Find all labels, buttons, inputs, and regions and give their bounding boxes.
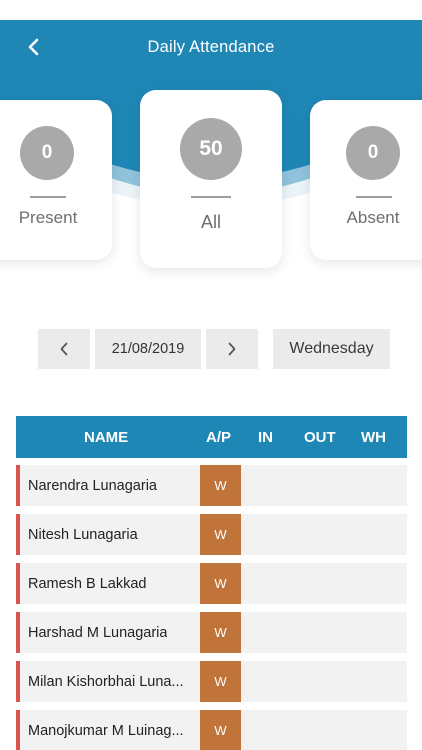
employee-name: Milan Kishorbhai Luna...: [28, 673, 184, 690]
attendance-screen: Daily Attendance 0 Present 50 All 0 Abse…: [0, 0, 422, 750]
all-divider: [191, 196, 231, 198]
ap-status-badge: W: [200, 514, 241, 555]
present-divider: [30, 196, 66, 198]
chevron-right-icon: [228, 342, 236, 356]
present-count: 0: [20, 126, 74, 180]
column-header-wh: WH: [361, 428, 386, 446]
previous-date-button[interactable]: [38, 329, 90, 369]
present-card[interactable]: 0 Present: [0, 100, 112, 260]
employee-name: Narendra Lunagaria: [28, 477, 157, 494]
all-count: 50: [180, 118, 242, 180]
attendance-table-header: NAME A/P IN OUT WH: [16, 416, 407, 458]
table-row[interactable]: Harshad M Lunagaria W: [16, 612, 407, 653]
absent-count: 0: [346, 126, 400, 180]
ap-status-badge: W: [200, 710, 241, 750]
ap-status-badge: W: [200, 563, 241, 604]
column-header-out: OUT: [304, 428, 336, 446]
ap-status-badge: W: [200, 661, 241, 702]
next-date-button[interactable]: [206, 329, 258, 369]
table-row[interactable]: Nitesh Lunagaria W: [16, 514, 407, 555]
column-header-name: NAME: [84, 428, 129, 446]
date-display[interactable]: 21/08/2019: [95, 329, 201, 369]
chevron-left-icon: [60, 342, 68, 356]
table-row[interactable]: Narendra Lunagaria W: [16, 465, 407, 506]
absent-divider: [356, 196, 392, 198]
employee-name: Manojkumar M Luinag...: [28, 722, 184, 739]
column-header-in: IN: [258, 428, 273, 446]
employee-name: Ramesh B Lakkad: [28, 575, 147, 592]
all-card[interactable]: 50 All: [140, 90, 282, 268]
table-row[interactable]: Ramesh B Lakkad W: [16, 563, 407, 604]
employee-name: Harshad M Lunagaria: [28, 624, 168, 641]
absent-label: Absent: [346, 208, 400, 227]
page-title: Daily Attendance: [147, 38, 275, 56]
employee-name: Nitesh Lunagaria: [28, 526, 138, 543]
ap-status-badge: W: [200, 465, 241, 506]
table-row[interactable]: Manojkumar M Luinag... W: [16, 710, 407, 750]
column-header-ap: A/P: [206, 428, 232, 446]
present-label: Present: [18, 208, 78, 227]
day-display: Wednesday: [273, 329, 390, 369]
attendance-table-body: Narendra Lunagaria W Nitesh Lunagaria W …: [16, 465, 407, 750]
absent-card[interactable]: 0 Absent: [310, 100, 422, 260]
ap-status-badge: W: [200, 612, 241, 653]
table-row[interactable]: Milan Kishorbhai Luna... W: [16, 661, 407, 702]
all-label: All: [200, 212, 221, 232]
